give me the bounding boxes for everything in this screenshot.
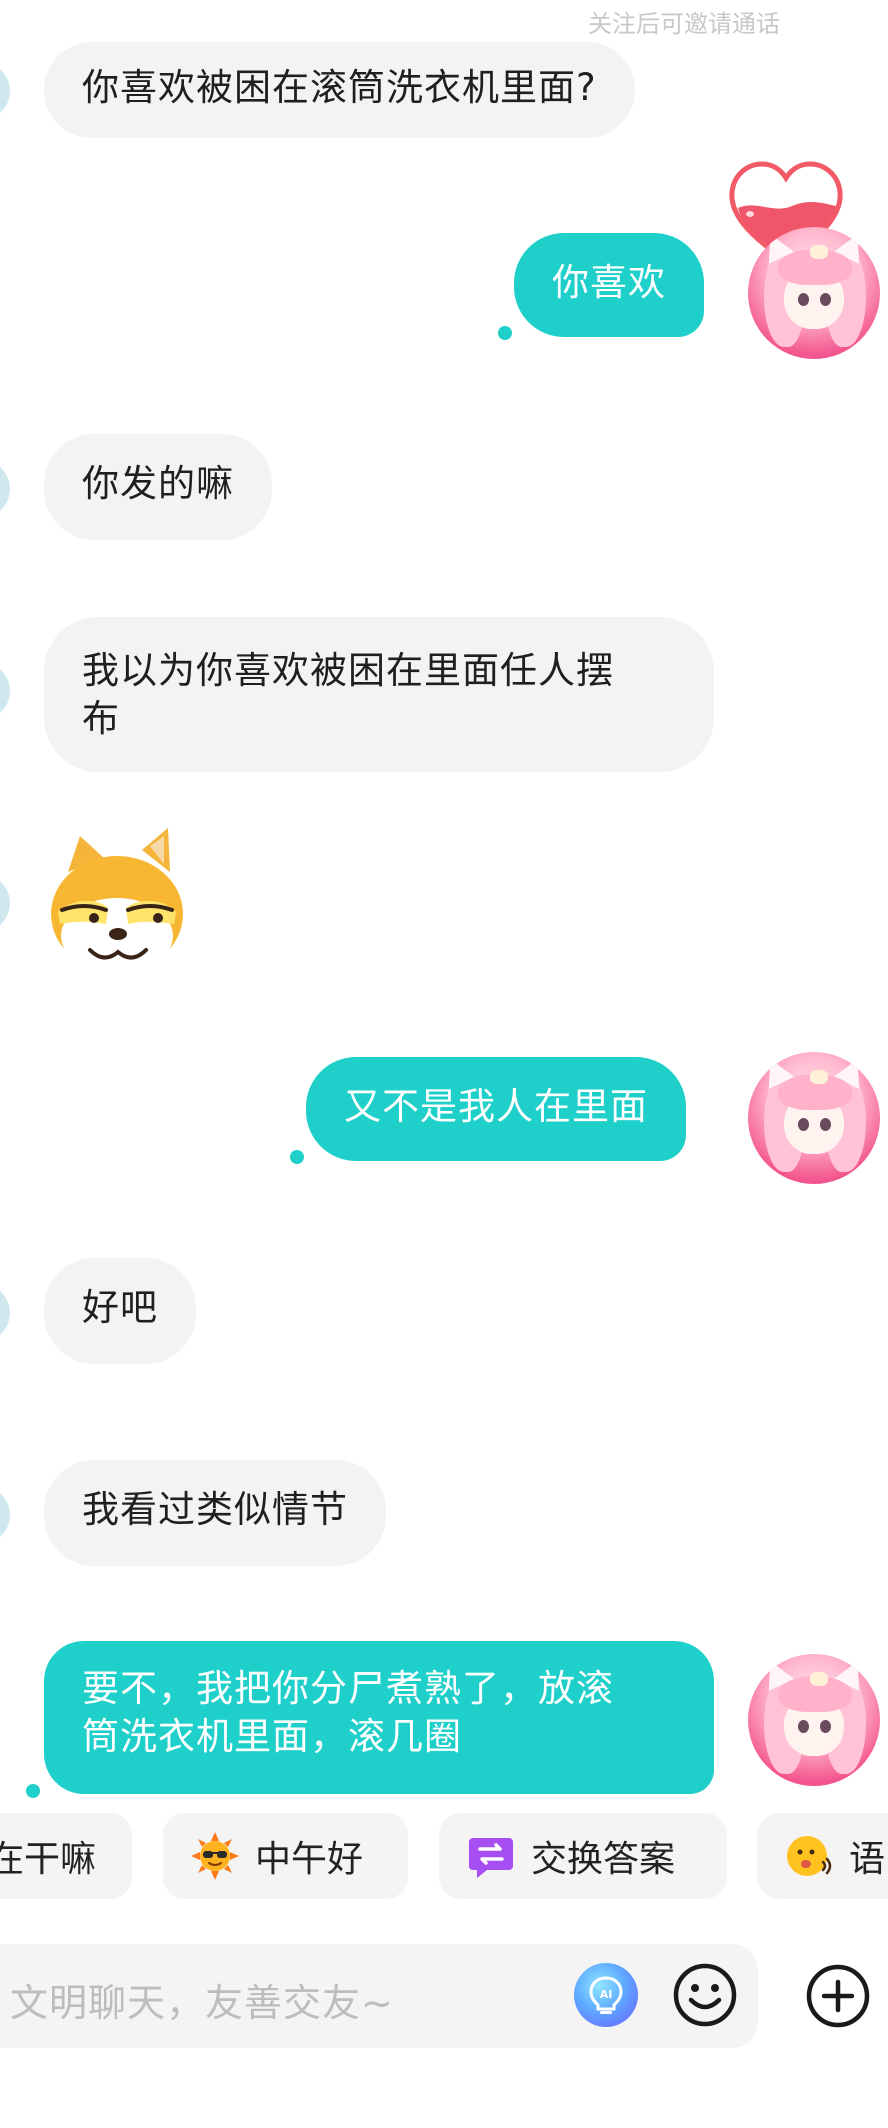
peer-avatar[interactable] — [0, 662, 10, 720]
read-status-dot — [26, 1784, 40, 1798]
svg-text:AI: AI — [600, 1988, 613, 2001]
shiba-smug-emoji[interactable] — [46, 828, 188, 978]
my-avatar[interactable] — [748, 1654, 880, 1786]
sun-sunglasses-icon — [191, 1832, 239, 1880]
quick-reply-label: 中午好 — [255, 1839, 364, 1880]
read-status-dot — [290, 1150, 304, 1164]
read-status-dot — [498, 326, 512, 340]
message-outgoing[interactable]: 要不，我把你分尸煮熟了，放滚 筒洗衣机里面，滚几圈 — [44, 1641, 714, 1794]
peer-avatar[interactable] — [0, 874, 10, 932]
quick-reply-label: 语 — [849, 1839, 886, 1880]
emoji-button[interactable] — [672, 1962, 738, 2028]
quick-reply-chip[interactable]: 语 — [757, 1813, 888, 1899]
message-input[interactable]: 文明聊天，友善交友~ — [0, 1944, 758, 2048]
ai-bulb-icon: AI — [589, 1976, 623, 2014]
peer-avatar[interactable] — [0, 62, 10, 120]
my-avatar[interactable] — [748, 227, 880, 359]
message-outgoing[interactable]: 你喜欢 — [514, 233, 704, 337]
quick-reply-label: 交换答案 — [531, 1839, 676, 1880]
my-avatar[interactable] — [748, 1052, 880, 1184]
quick-reply-chip[interactable]: 交换答案 — [439, 1813, 727, 1899]
message-incoming[interactable]: 好吧 — [44, 1258, 196, 1364]
chat-screen: 关注后可邀请通话 你喜欢被困在滚筒洗衣机里面? 你喜欢 你发的嘛 我以为你喜欢被… — [0, 0, 888, 2128]
swap-icon — [467, 1832, 515, 1880]
quick-reply-chip[interactable]: 中午好 — [163, 1813, 408, 1899]
quick-reply-bar: 在干嘛 中午好 交换答案 语 — [0, 1813, 888, 1899]
quick-reply-chip[interactable]: 在干嘛 — [0, 1813, 132, 1899]
message-incoming[interactable]: 我看过类似情节 — [44, 1460, 386, 1566]
peer-avatar[interactable] — [0, 1486, 10, 1544]
follow-to-invite-call-hint[interactable]: 关注后可邀请通话 — [588, 4, 780, 39]
quick-reply-label: 在干嘛 — [0, 1839, 97, 1880]
message-outgoing[interactable]: 又不是我人在里面 — [306, 1057, 686, 1161]
ai-assist-button[interactable]: AI — [574, 1963, 638, 2027]
voice-emoji-icon — [785, 1832, 833, 1880]
message-incoming[interactable]: 你发的嘛 — [44, 434, 272, 540]
peer-avatar[interactable] — [0, 1284, 10, 1342]
input-placeholder: 文明聊天，友善交友~ — [10, 1981, 394, 2025]
message-incoming[interactable]: 我以为你喜欢被困在里面任人摆 布 — [44, 617, 714, 772]
more-plus-button[interactable] — [805, 1963, 871, 2029]
message-incoming[interactable]: 你喜欢被困在滚筒洗衣机里面? — [44, 42, 635, 138]
peer-avatar[interactable] — [0, 460, 10, 518]
